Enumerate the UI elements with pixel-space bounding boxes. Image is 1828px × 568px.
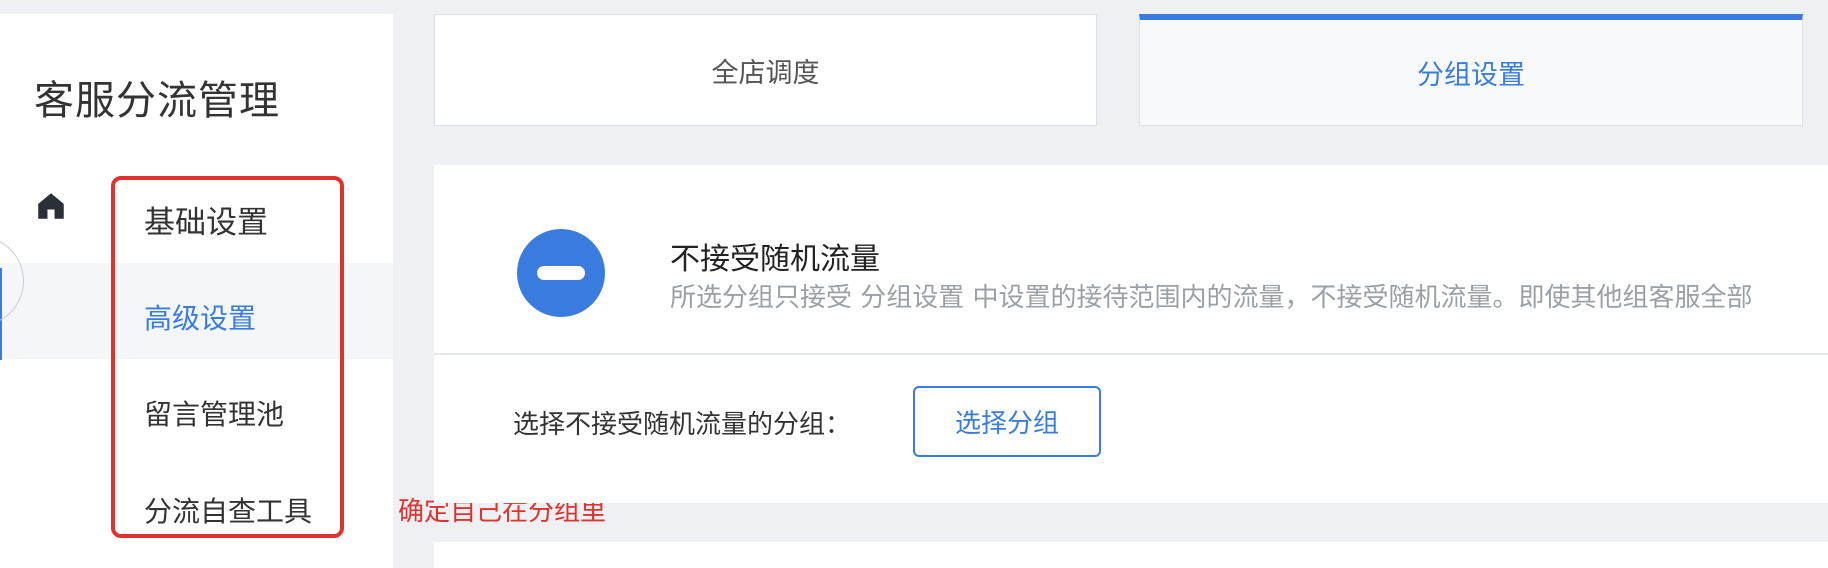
tab-label: 全店调度 bbox=[711, 57, 820, 89]
page-title: 客服分流管理 bbox=[34, 78, 280, 124]
annotation-highlight-box bbox=[111, 176, 344, 538]
feature-panel bbox=[434, 165, 1828, 503]
minus-circle-icon bbox=[517, 229, 605, 317]
select-group-button[interactable]: 选择分组 bbox=[913, 386, 1101, 457]
divider bbox=[434, 353, 1828, 355]
tab-store-dispatch[interactable]: 全店调度 bbox=[434, 14, 1097, 126]
group-select-label: 选择不接受随机流量的分组： bbox=[513, 410, 852, 440]
feature-description: 所选分组只接受 分组设置 中设置的接待范围内的流量，不接受随机流量。即使其他组客… bbox=[670, 283, 1753, 313]
home-icon[interactable] bbox=[34, 189, 68, 223]
feature-title: 不接受随机流量 bbox=[670, 242, 880, 277]
tab-group-settings[interactable]: 分组设置 bbox=[1139, 14, 1803, 126]
tab-label: 分组设置 bbox=[1417, 60, 1525, 91]
next-panel bbox=[434, 542, 1828, 568]
